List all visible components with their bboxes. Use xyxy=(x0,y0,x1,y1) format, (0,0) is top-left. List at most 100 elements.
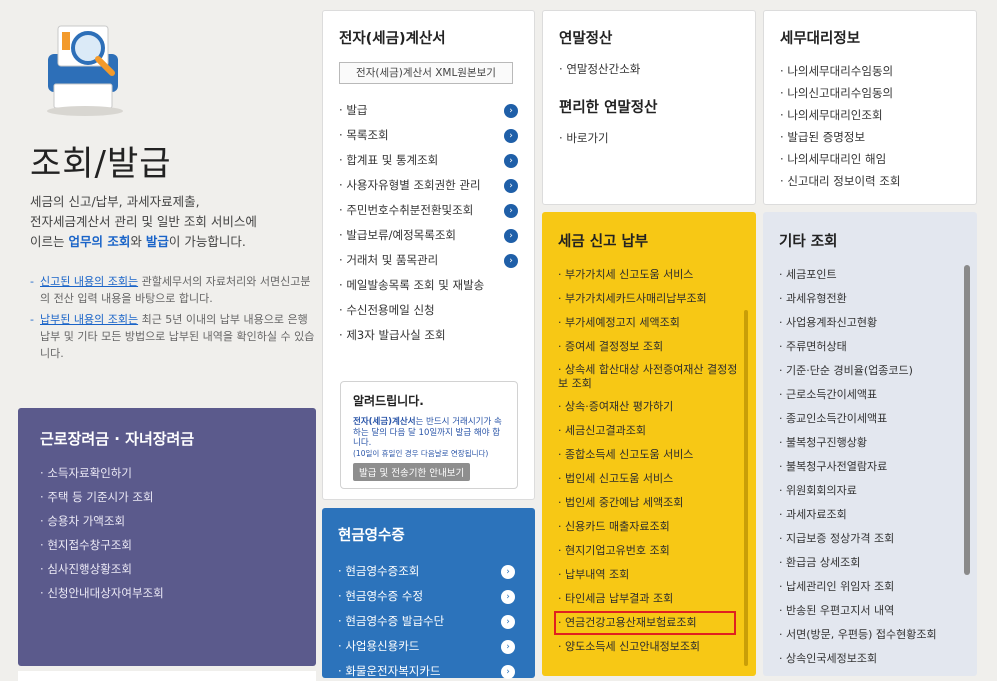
other-lookup-link[interactable]: 반송된 우편고지서 내역 xyxy=(779,599,961,623)
tax-filing-title: 세금 신고 납부 xyxy=(558,234,649,250)
tax-agent-link[interactable]: 나의세무대리인조회 xyxy=(780,104,960,126)
incentive-panel-title: 근로장려금 · 자녀장려금 xyxy=(40,430,195,448)
notice-highlight: 전자(세금)계산서 xyxy=(353,417,416,427)
arrow-right-icon: › xyxy=(501,565,515,579)
year-end-title: 연말정산 xyxy=(559,31,613,47)
incentive-link[interactable]: 주택 등 기준시가 조회 xyxy=(40,485,294,509)
cash-receipt-link[interactable]: 현금영수증 수정 › xyxy=(338,584,519,609)
other-lookup-link[interactable]: 과세유형전환 xyxy=(779,287,961,311)
notes: 신고된 내용의 조회는 관할세무서의 자료처리와 서면신고분의 전산 입력 내용… xyxy=(30,273,315,366)
incentive-link[interactable]: 소득자료확인하기 xyxy=(40,461,294,485)
page-description: 세금의 신고/납부, 과세자료제출, 전자세금계산서 관리 및 일반 조회 서비… xyxy=(30,192,315,252)
other-lookup-panel: 기타 조회 세금포인트 과세유형전환 사업용계좌신고현황 주류면허상태 기준·단… xyxy=(763,212,977,676)
year-end-link[interactable]: 연말정산간소화 xyxy=(559,60,739,78)
notice-title: 알려드립니다. xyxy=(353,394,424,408)
incentive-link[interactable]: 현지접수창구조회 xyxy=(40,533,294,557)
other-lookup-link[interactable]: 종교인소득간이세액표 xyxy=(779,407,961,431)
tax-filing-panel: 세금 신고 납부 부가가치세 신고도움 서비스 부가가치세카드사매리납부조회 부… xyxy=(542,212,756,676)
other-lookup-link[interactable]: 지급보증 정상가격 조회 xyxy=(779,527,961,551)
other-lookup-link[interactable]: 납세관리인 위임자 조회 xyxy=(779,575,961,599)
other-lookup-link[interactable]: 불복청구사전열람자료 xyxy=(779,455,961,479)
cash-receipt-link[interactable]: 현금영수증 발급수단 › xyxy=(338,609,519,634)
tax-filing-link[interactable]: 신용카드 매출자료조회 xyxy=(558,515,740,539)
tax-filing-link[interactable]: 부가가치세카드사매리납부조회 xyxy=(558,287,740,311)
einvoice-panel-title: 전자(세금)계산서 xyxy=(339,31,446,47)
cash-receipt-link[interactable]: 현금영수증조회 › xyxy=(338,559,519,584)
tax-filing-link[interactable]: 양도소득세 신고안내정보조회 xyxy=(558,635,740,659)
einvoice-link-label: 합계표 및 통계조회 xyxy=(346,153,439,167)
other-lookup-link[interactable]: 서면(방문, 우편등) 접수현황조회 xyxy=(779,623,961,647)
desc-text: 이 가능합니다. xyxy=(168,234,246,249)
other-lookup-link[interactable]: 상속인국세정보조회 xyxy=(779,647,961,671)
tax-agent-link[interactable]: 신고대리 정보이력 조회 xyxy=(780,170,960,192)
tax-filing-scrollbar[interactable] xyxy=(744,310,748,666)
tax-filing-link[interactable]: 상속·증여재산 평가하기 xyxy=(558,395,740,419)
einvoice-link[interactable]: 메일발송목록 조회 및 재발송 xyxy=(339,273,518,298)
einvoice-link[interactable]: 사용자유형별 조회권한 관리 › xyxy=(339,173,518,198)
other-lookup-link[interactable]: 기준·단순 경비율(업종코드) xyxy=(779,359,961,383)
shortcut-link[interactable]: 바로가기 xyxy=(559,129,739,147)
other-lookup-link[interactable]: 세금포인트 xyxy=(779,263,961,287)
tax-filing-link[interactable]: 타인세금 납부결과 조회 xyxy=(558,587,740,611)
cash-receipt-link[interactable]: 사업용신용카드 › xyxy=(338,634,519,659)
other-lookup-link[interactable]: 사업용계좌신고현황 xyxy=(779,311,961,335)
tax-filing-link[interactable]: 종합소득세 신고도움 서비스 xyxy=(558,443,740,467)
cash-receipt-label: 사업용신용카드 xyxy=(345,639,420,653)
desc-highlight: 업무의 조회 xyxy=(68,234,131,249)
cash-receipt-link[interactable]: 화물운전자복지카드 › xyxy=(338,659,519,681)
tax-filing-link[interactable]: 부가가치세 신고도움 서비스 xyxy=(558,263,740,287)
arrow-right-icon: › xyxy=(504,154,518,168)
other-lookup-link[interactable]: 과세자료조회 xyxy=(779,503,961,527)
tax-filing-link[interactable]: 현지기업고유번호 조회 xyxy=(558,539,740,563)
einvoice-link[interactable]: 제3자 발급사실 조회 xyxy=(339,323,518,348)
einvoice-link[interactable]: 거래처 및 품목관리 › xyxy=(339,248,518,273)
bottom-panel xyxy=(18,671,316,681)
tax-filing-link[interactable]: 부가세예정고지 세액조회 xyxy=(558,311,740,335)
tax-agent-link[interactable]: 나의세무대리인 해임 xyxy=(780,148,960,170)
tax-filing-link[interactable]: 법인세 중간예납 세액조회 xyxy=(558,491,740,515)
einvoice-link[interactable]: 합계표 및 통계조회 › xyxy=(339,148,518,173)
cash-receipt-label: 현금영수증조회 xyxy=(345,564,420,578)
desc-text: 이르는 xyxy=(30,234,69,249)
tax-agent-link[interactable]: 발급된 증명정보 xyxy=(780,126,960,148)
arrow-right-icon: › xyxy=(504,229,518,243)
cash-receipt-label: 현금영수증 수정 xyxy=(345,589,424,603)
einvoice-link[interactable]: 주민번호수취분전환및조회 › xyxy=(339,198,518,223)
einvoice-link[interactable]: 발급보류/예정목록조회 › xyxy=(339,223,518,248)
incentive-link[interactable]: 심사진행상황조회 xyxy=(40,557,294,581)
desc-line: 이르는 업무의 조회와 발급이 가능합니다. xyxy=(30,232,315,252)
other-lookup-scrollbar[interactable] xyxy=(964,265,970,575)
xml-view-button[interactable]: 전자(세금)계산서 XML원본보기 xyxy=(339,62,513,84)
tax-agent-link[interactable]: 나의신고대리수임동의 xyxy=(780,82,960,104)
tax-agent-link[interactable]: 나의세무대리수임동의 xyxy=(780,60,960,82)
notice-box: 알려드립니다. 전자(세금)계산서는 반드시 거래시기가 속하는 달의 다음 달… xyxy=(340,381,518,489)
desc-highlight: 발급 xyxy=(145,234,169,249)
notice-text: 전자(세금)계산서는 반드시 거래시기가 속하는 달의 다음 달 10일까지 발… xyxy=(353,417,505,449)
tax-filing-link[interactable]: 법인세 신고도움 서비스 xyxy=(558,467,740,491)
page-title: 조회/발급 xyxy=(30,144,172,184)
incentive-link[interactable]: 신청안내대상자여부조회 xyxy=(40,581,294,605)
einvoice-link[interactable]: 목록조회 › xyxy=(339,123,518,148)
tax-agent-title: 세무대리정보 xyxy=(780,31,861,47)
incentive-link[interactable]: 승용차 가액조회 xyxy=(40,509,294,533)
other-lookup-link[interactable]: 환급금 상세조회 xyxy=(779,551,961,575)
desc-text: 와 xyxy=(130,234,146,249)
deadline-guide-button[interactable]: 발급 및 전송기한 안내보기 xyxy=(353,463,471,481)
einvoice-link-label: 주민번호수취분전환및조회 xyxy=(346,203,474,217)
other-lookup-link[interactable]: 주류면허상태 xyxy=(779,335,961,359)
einvoice-link-label: 거래처 및 품목관리 xyxy=(346,253,439,267)
arrow-right-icon: › xyxy=(504,254,518,268)
tax-filing-link[interactable]: 상속세 합산대상 사전증여재산 결정정보 조회 xyxy=(558,359,740,395)
other-lookup-link[interactable]: 불복청구진행상황 xyxy=(779,431,961,455)
other-lookup-link[interactable]: 근로소득간이세액표 xyxy=(779,383,961,407)
cash-receipt-title: 현금영수증 xyxy=(338,528,405,544)
incentive-panel: 근로장려금 · 자녀장려금 소득자료확인하기 주택 등 기준시가 조회 승용차 … xyxy=(18,408,316,666)
tax-filing-link[interactable]: 증여세 결정정보 조회 xyxy=(558,335,740,359)
tax-filing-link[interactable]: 세금신고결과조회 xyxy=(558,419,740,443)
insurance-premium-link[interactable]: 연금건강고용산재보험료조회 xyxy=(554,611,736,635)
einvoice-link[interactable]: 발급 › xyxy=(339,98,518,123)
other-lookup-link[interactable]: 위원회회의자료 xyxy=(779,479,961,503)
tax-filing-link[interactable]: 납부내역 조회 xyxy=(558,563,740,587)
cash-receipt-panel: 현금영수증 현금영수증조회 › 현금영수증 수정 › 현금영수증 발급수단 › 사업용… xyxy=(322,508,535,681)
einvoice-link[interactable]: 수신전용메일 신청 xyxy=(339,298,518,323)
